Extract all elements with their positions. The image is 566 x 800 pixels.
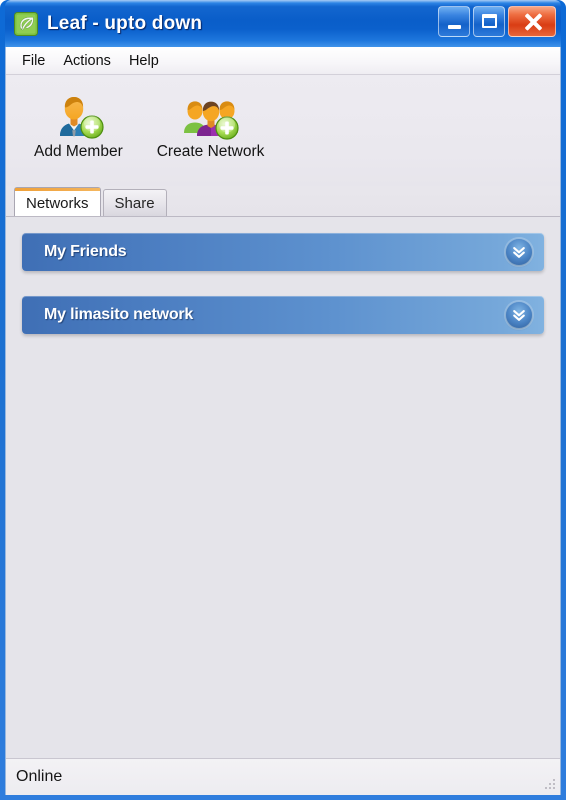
create-network-button[interactable]: Create Network	[151, 84, 271, 163]
network-group-my-friends[interactable]: My Friends	[22, 233, 544, 271]
toolbar: Add Member Create Network	[6, 75, 560, 186]
resize-grip[interactable]	[541, 776, 557, 792]
network-group-title: My Friends	[44, 243, 127, 260]
create-network-icon	[180, 86, 242, 140]
application-window: Leaf - upto down File Actions Help Add M…	[0, 0, 566, 800]
add-member-label: Add Member	[34, 143, 123, 160]
networks-panel: My Friends My limasito network	[6, 216, 560, 758]
leaf-icon	[14, 11, 38, 36]
maximize-button[interactable]	[473, 6, 505, 37]
tab-networks[interactable]: Networks	[14, 187, 101, 216]
window-controls	[438, 6, 556, 37]
add-member-icon	[47, 86, 109, 140]
double-chevron-down-icon[interactable]	[506, 239, 532, 265]
title-bar[interactable]: Leaf - upto down	[5, 0, 561, 47]
tab-share-label: Share	[114, 194, 155, 212]
add-member-button[interactable]: Add Member	[28, 84, 129, 163]
menu-bar: File Actions Help	[6, 47, 560, 75]
status-bar: Online	[6, 758, 560, 795]
window-inner: Leaf - upto down File Actions Help Add M…	[5, 0, 561, 795]
minimize-icon	[448, 25, 461, 29]
double-chevron-down-icon[interactable]	[506, 302, 532, 328]
window-title: Leaf - upto down	[47, 12, 203, 34]
tab-share[interactable]: Share	[102, 189, 167, 216]
menu-item-actions[interactable]: Actions	[54, 51, 120, 71]
minimize-button[interactable]	[438, 6, 470, 37]
network-group-title: My limasito network	[44, 306, 194, 323]
menu-item-file[interactable]: File	[13, 51, 54, 71]
status-badge: Online	[16, 768, 63, 785]
network-group-my-limasito-network[interactable]: My limasito network	[22, 296, 544, 334]
maximize-icon	[482, 14, 497, 28]
menu-item-help[interactable]: Help	[120, 51, 168, 71]
tab-strip: Networks Share	[6, 186, 560, 216]
create-network-label: Create Network	[156, 143, 265, 160]
client-area: File Actions Help Add Member Create Netw…	[5, 47, 561, 795]
close-button[interactable]	[508, 6, 556, 37]
tab-networks-label: Networks	[26, 194, 89, 212]
